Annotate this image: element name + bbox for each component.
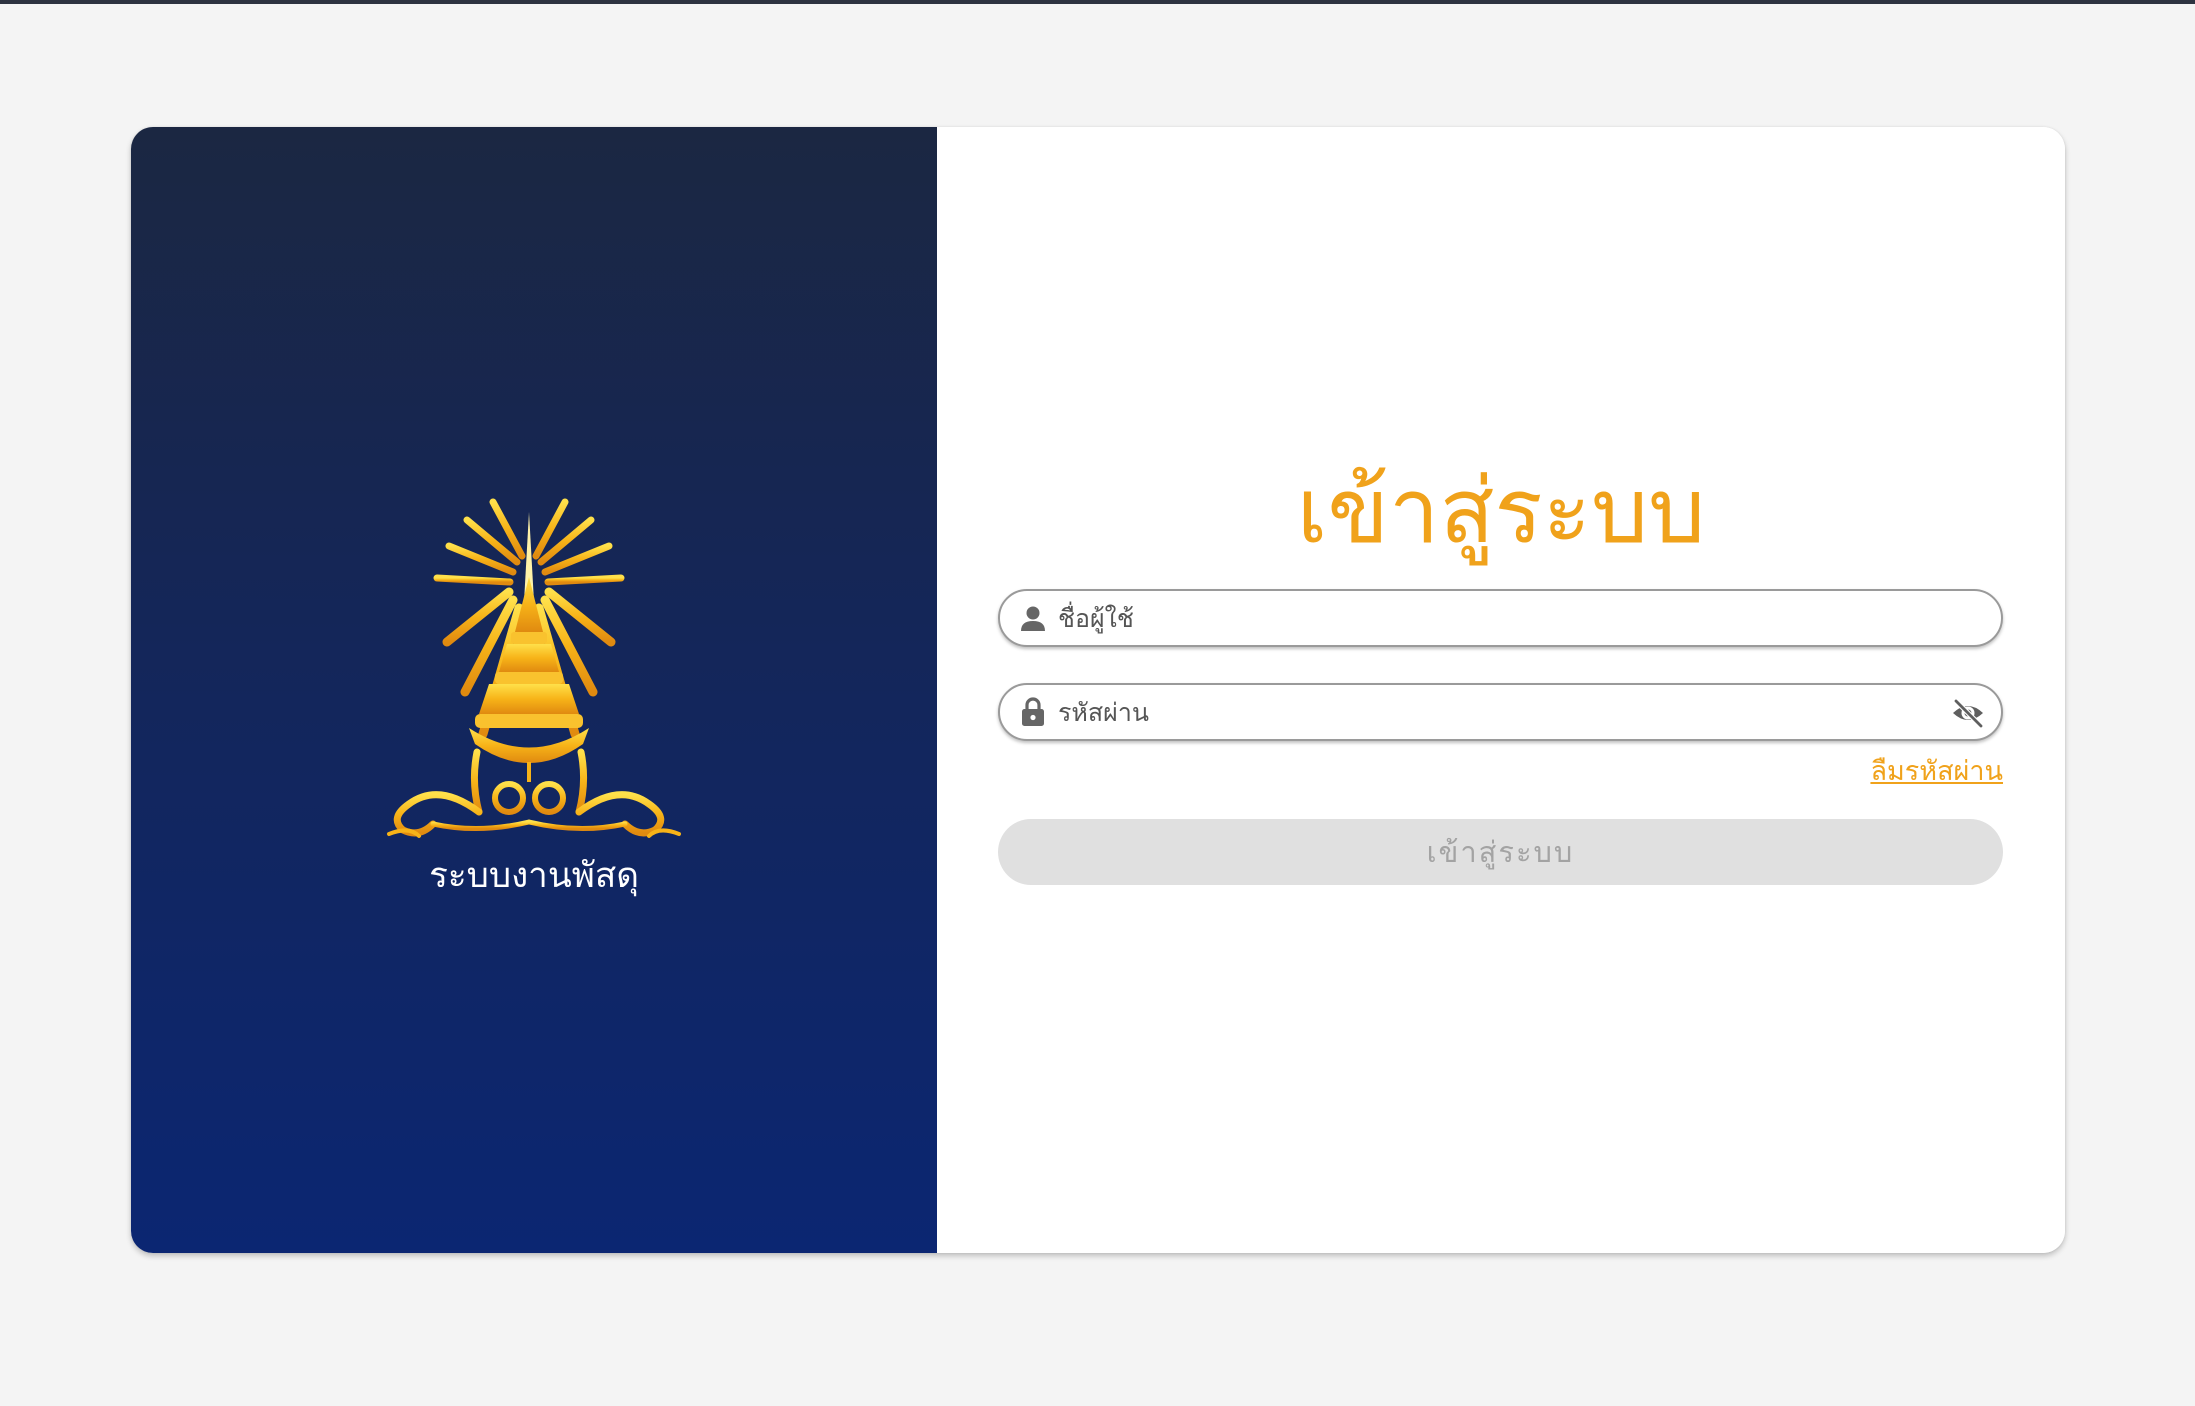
page-title: เข้าสู่ระบบ	[1296, 459, 1706, 564]
branding-panel: ระบบงานพัสดุ	[131, 127, 937, 1253]
username-input[interactable]	[1058, 597, 1918, 639]
forgot-password-link[interactable]: ลืมรหัสผ่าน	[1870, 754, 2003, 790]
lock-icon	[1022, 697, 1044, 726]
login-form-panel: เข้าสู่ระบบ ลืมรหัสผ่าน	[937, 127, 2065, 1253]
password-input[interactable]	[1058, 691, 1918, 733]
login-button[interactable]: เข้าสู่ระบบ	[998, 819, 2003, 885]
royal-crown-emblem-icon	[387, 486, 681, 838]
eye-off-icon[interactable]	[1951, 697, 1985, 729]
login-card: ระบบงานพัสดุ เข้าสู่ระบบ ชื่อผู้ใช้ ลืมร…	[131, 127, 2065, 1253]
username-field[interactable]	[998, 589, 2003, 647]
top-bar	[0, 0, 2195, 4]
system-name: ระบบงานพัสดุ	[429, 856, 639, 896]
user-icon	[1021, 606, 1045, 631]
password-field[interactable]	[998, 683, 2003, 741]
